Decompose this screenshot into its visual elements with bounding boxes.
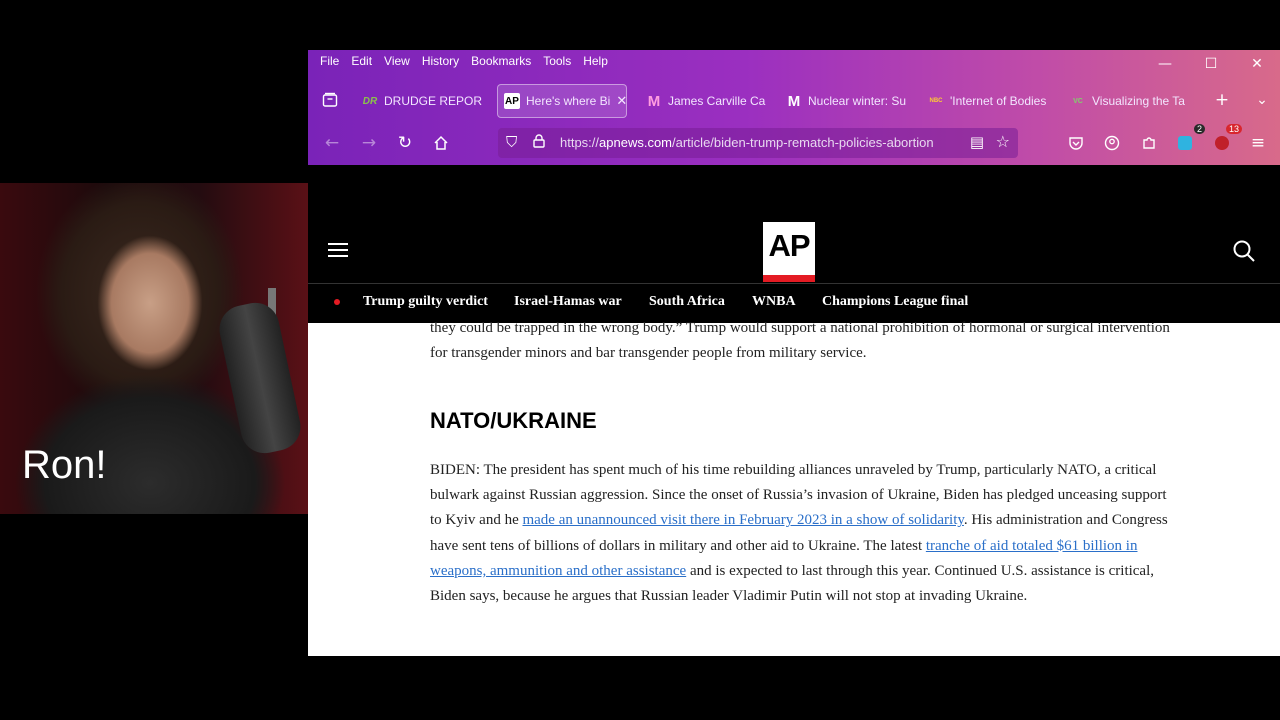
account-icon[interactable] <box>1098 130 1126 156</box>
extension-b-badge: 13 <box>1225 124 1242 134</box>
url-host: apnews.com <box>599 135 673 150</box>
trending-link-wnba[interactable]: WNBA <box>752 294 796 310</box>
forward-arrow-icon[interactable]: → <box>355 130 383 156</box>
back-arrow-icon[interactable]: ← <box>318 130 346 156</box>
maximize-button[interactable]: ☐ <box>1188 50 1234 78</box>
ap-logo-text: AP <box>768 228 810 263</box>
tab-title: James Carville Call <box>668 94 766 108</box>
tab-nuclear-winter[interactable]: M Nuclear winter: Su <box>786 84 906 118</box>
url-text[interactable]: https://apnews.com/article/biden-trump-r… <box>560 135 960 150</box>
tab-james-carville[interactable]: M James Carville Call <box>646 84 766 118</box>
shield-icon[interactable]: ⛉ <box>506 133 517 151</box>
tab-drudge-report[interactable]: DR DRUDGE REPORT 2 <box>362 84 482 118</box>
menu-tools[interactable]: Tools <box>537 52 577 70</box>
m-favicon-icon: M <box>787 92 801 110</box>
app-menu-icon[interactable]: ≡ <box>1244 130 1272 156</box>
tab-bar: DR DRUDGE REPORT 2 AP Here's where Bi ✕ … <box>308 83 1280 119</box>
trending-link-champions-league[interactable]: Champions League final <box>822 294 968 310</box>
tab-visualizing[interactable]: VC Visualizing the Ta <box>1070 84 1194 118</box>
tab-title: Here's where Bi <box>526 94 611 108</box>
close-window-button[interactable]: ✕ <box>1234 50 1280 78</box>
tab-title: Nuclear winter: Su <box>808 94 906 108</box>
article-paragraph: BIDEN: The president has spent much of h… <box>430 458 1170 609</box>
extensions-puzzle-icon[interactable] <box>1135 130 1163 156</box>
article-paragraph: they could be trapped in the wrong body.… <box>430 320 1170 362</box>
close-tab-icon[interactable]: ✕ <box>616 93 626 109</box>
menu-bar: File Edit View History Bookmarks Tools H… <box>314 52 614 70</box>
menu-file[interactable]: File <box>314 52 345 70</box>
minimize-button[interactable]: — <box>1142 50 1188 78</box>
extension-b-icon[interactable]: 13 <box>1208 124 1242 156</box>
trending-link-trump-verdict[interactable]: Trump guilty verdict <box>363 294 488 310</box>
tab-title: DRUDGE REPORT 2 <box>384 94 482 108</box>
window-controls: — ☐ ✕ <box>1142 50 1280 78</box>
visual-capitalist-favicon-icon: VC <box>1073 97 1083 105</box>
tab-title: Visualizing the Ta <box>1092 94 1185 108</box>
menu-edit[interactable]: Edit <box>345 52 378 70</box>
url-scheme: https:// <box>560 135 600 150</box>
search-icon[interactable] <box>1233 240 1255 262</box>
tab-internet-of-bodies[interactable]: NBC 'Internet of Bodies <box>928 84 1048 118</box>
microphone-image <box>215 298 305 458</box>
trending-link-israel-hamas[interactable]: Israel-Hamas war <box>514 294 622 310</box>
reload-icon[interactable]: ↻ <box>391 130 419 156</box>
article-link-kyiv-visit[interactable]: made an unannounced visit there in Febru… <box>522 512 963 528</box>
navigation-bar: ← → ↻ ⛉ https://apnews.com/article/biden… <box>308 123 1280 163</box>
webcam-name-label: Ron! <box>22 443 107 487</box>
ap-favicon-icon: AP <box>504 93 520 109</box>
url-path: /article/biden-trump-rematch-policies-ab… <box>672 135 934 150</box>
menu-view[interactable]: View <box>378 52 416 70</box>
home-icon[interactable] <box>427 130 455 156</box>
hamburger-menu-icon[interactable] <box>328 243 348 257</box>
menu-bookmarks[interactable]: Bookmarks <box>465 52 537 70</box>
tab-title: 'Internet of Bodies <box>950 94 1047 108</box>
live-dot-icon <box>334 299 340 305</box>
pocket-icon[interactable] <box>1062 130 1090 156</box>
nbc-favicon-icon: NBC <box>929 98 943 104</box>
browser-chrome: File Edit View History Bookmarks Tools H… <box>308 50 1280 165</box>
ap-logo[interactable]: AP <box>763 222 815 282</box>
url-bar[interactable]: ⛉ https://apnews.com/article/biden-trump… <box>498 128 1018 158</box>
new-tab-button[interactable]: + <box>1208 87 1236 113</box>
menu-help[interactable]: Help <box>577 52 614 70</box>
bookmark-star-icon[interactable]: ☆ <box>996 132 1010 151</box>
tab-list-icon[interactable]: ⌄ <box>1248 87 1276 113</box>
drudge-favicon-icon: DR <box>362 95 378 107</box>
mediaite-favicon-icon: M <box>647 92 661 110</box>
tab-manager-icon[interactable] <box>316 87 344 113</box>
site-header: AP <box>308 165 1280 283</box>
browser-window: File Edit View History Bookmarks Tools H… <box>308 50 1280 656</box>
menu-history[interactable]: History <box>416 52 465 70</box>
extension-a-badge: 2 <box>1193 124 1205 134</box>
extension-a-icon[interactable]: 2 <box>1171 124 1205 156</box>
trending-link-south-africa[interactable]: South Africa <box>649 294 725 310</box>
ap-logo-red-bar <box>763 275 815 282</box>
tab-ap-news[interactable]: AP Here's where Bi ✕ <box>497 84 627 118</box>
section-heading: NATO/UKRAINE <box>430 408 597 433</box>
webcam-overlay: Ron! <box>0 183 308 514</box>
lock-icon[interactable] <box>533 134 545 152</box>
reader-view-icon[interactable]: ▤ <box>970 133 984 151</box>
